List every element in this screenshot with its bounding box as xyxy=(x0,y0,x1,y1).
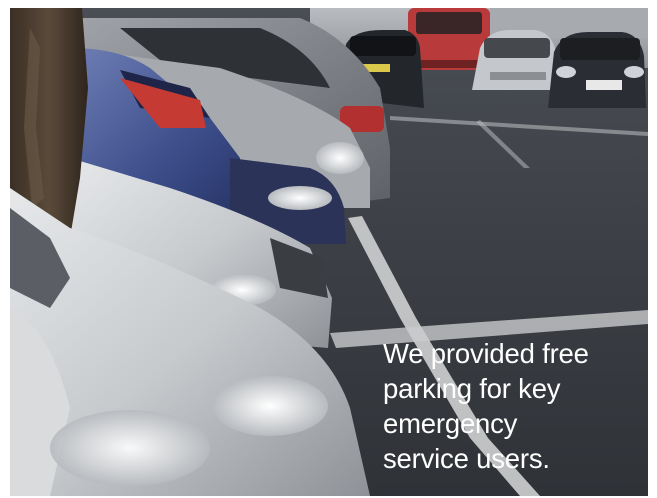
caption-line: emergency xyxy=(383,408,518,439)
page-frame: We provided free parking for key emergen… xyxy=(0,0,657,498)
photo-caption: We provided free parking for key emergen… xyxy=(383,336,641,476)
caption-line: service users. xyxy=(383,443,550,474)
caption-line: We provided free xyxy=(383,338,589,369)
caption-line: parking for key xyxy=(383,373,561,404)
distant-dark-car-right xyxy=(548,32,646,108)
